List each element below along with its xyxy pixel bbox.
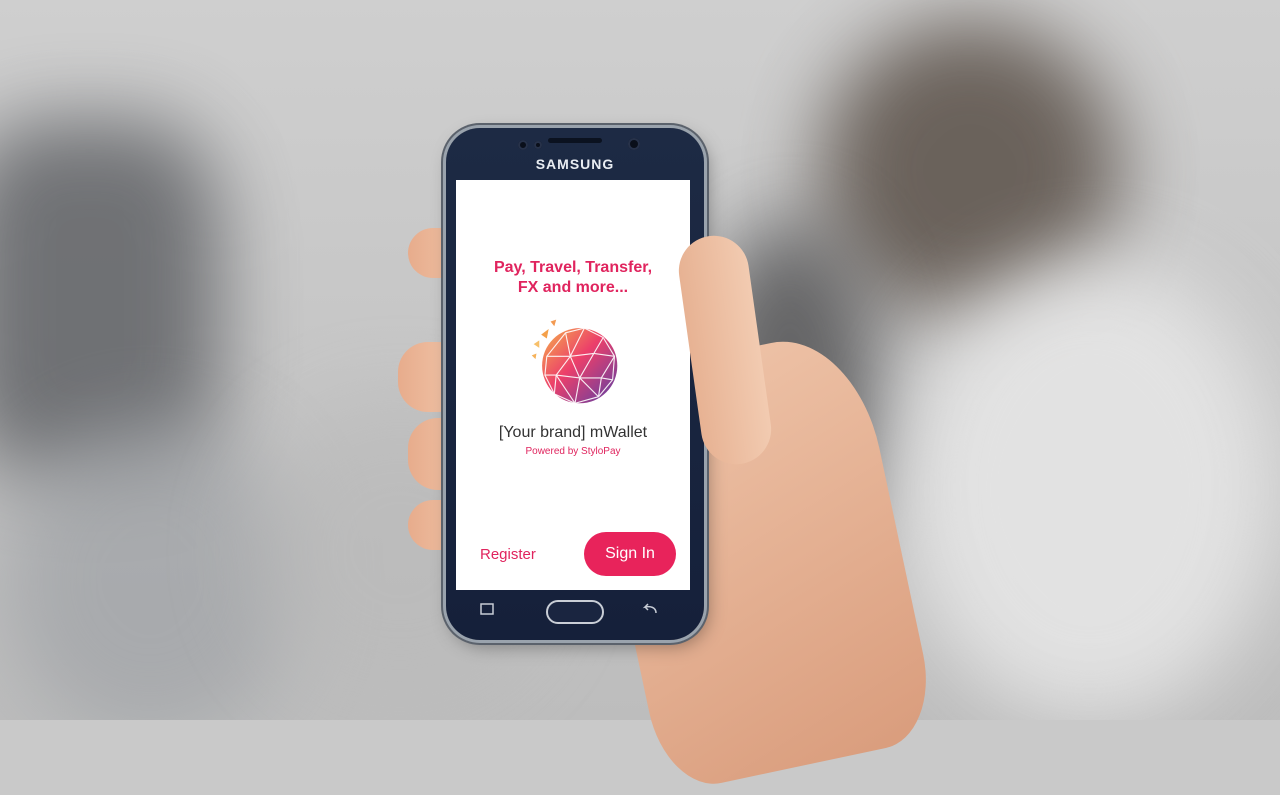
sensor-icon: [518, 140, 528, 150]
front-camera-icon: [628, 138, 640, 150]
earpiece-speaker: [548, 138, 602, 143]
powered-by-label: Powered by StyloPay: [525, 446, 621, 457]
sensor-icon: [534, 141, 542, 149]
device-brand-label: SAMSUNG: [535, 156, 615, 172]
smartphone: SAMSUNG Pay, Travel, Transfer, FX and mo…: [446, 128, 704, 640]
headline-line-1: Pay, Travel, Transfer,: [493, 259, 653, 276]
headline: Pay, Travel, Transfer, FX and more...: [456, 258, 690, 298]
back-icon[interactable]: [642, 602, 658, 620]
headline-line-2: FX and more...: [517, 279, 629, 296]
background-blur-shirt: [900, 260, 1280, 720]
home-button[interactable]: [546, 600, 604, 624]
sign-in-button[interactable]: Sign In: [584, 532, 676, 576]
geodesic-sphere-logo-icon: [531, 319, 618, 404]
recent-apps-icon[interactable]: [480, 602, 494, 620]
app-name: [Your brand] mWallet: [498, 424, 648, 441]
register-link[interactable]: Register: [480, 546, 536, 563]
app-screen: Pay, Travel, Transfer, FX and more... [Y…: [456, 180, 690, 590]
